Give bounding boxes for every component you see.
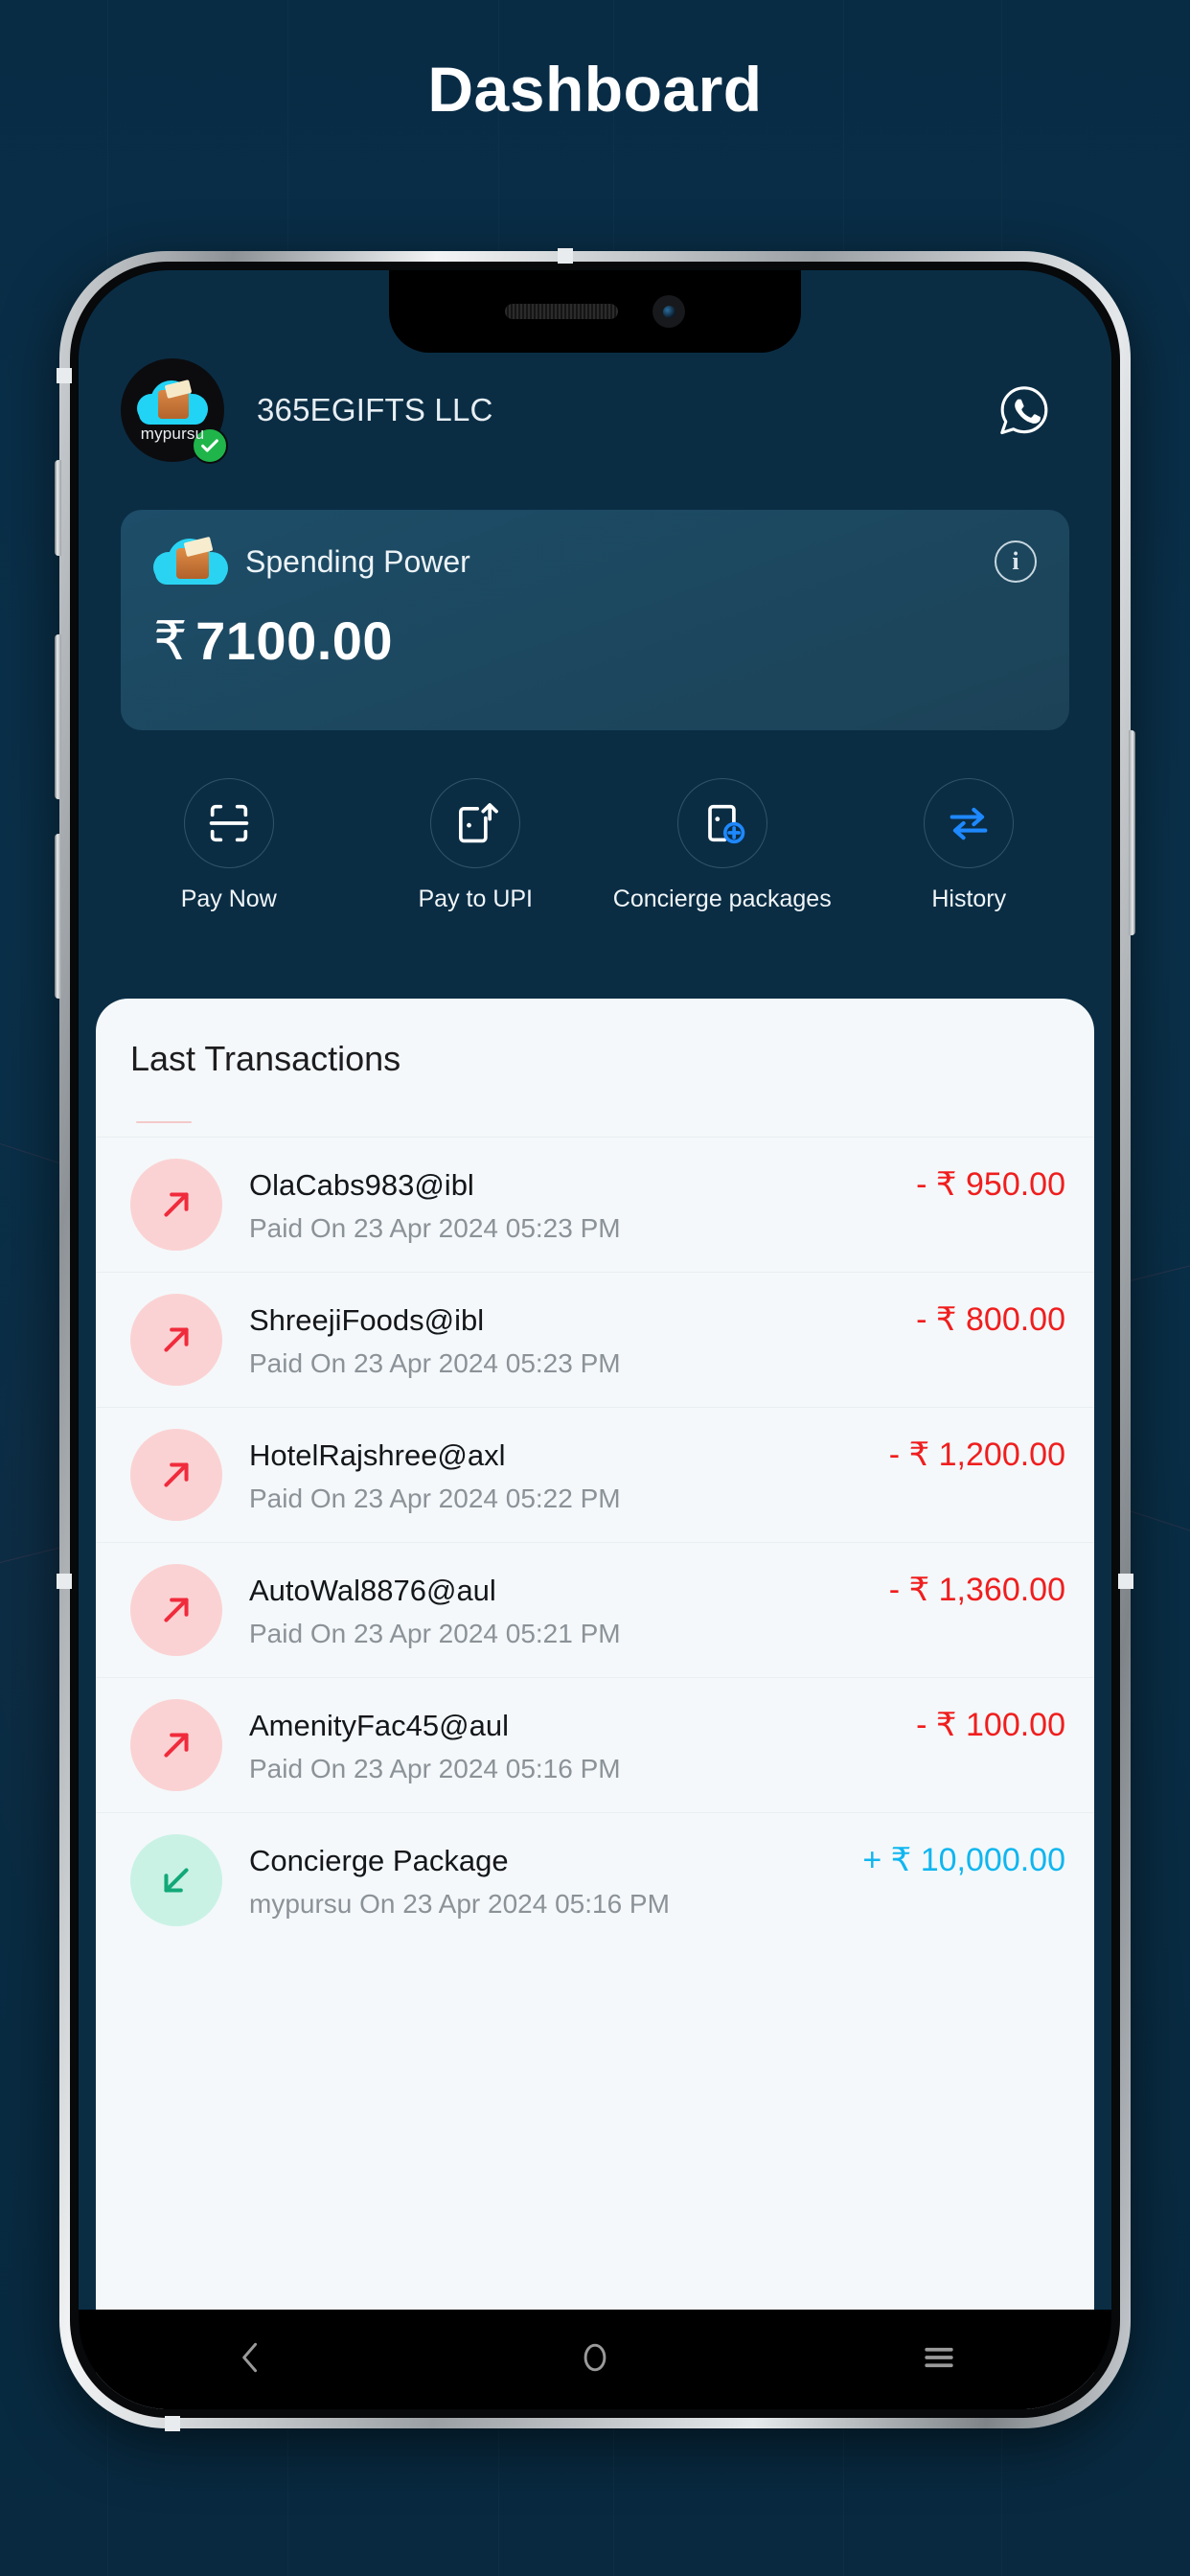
- earpiece-speaker-icon: [505, 304, 618, 319]
- spending-power-label: Spending Power: [245, 543, 470, 579]
- back-chevron-icon[interactable]: [230, 2336, 272, 2383]
- wallet-upload-icon: [430, 778, 521, 868]
- action-concierge-packages[interactable]: Concierge packages: [599, 778, 846, 913]
- transaction-name: ShreejiFoods@ibl: [249, 1303, 485, 1337]
- bezel-antenna-mark: [57, 368, 72, 383]
- bezel-antenna-mark: [558, 248, 573, 264]
- transaction-amount: - ₹ 950.00: [916, 1166, 1065, 1203]
- transaction-meta: Paid On 23 Apr 2024 05:22 PM: [249, 1484, 621, 1513]
- transaction-amount: - ₹ 1,200.00: [888, 1437, 1065, 1473]
- spending-power-header: Spending Power i: [153, 537, 1037, 586]
- table-row[interactable]: HotelRajshree@axl - ₹ 1,200.00 Paid On 2…: [96, 1407, 1094, 1542]
- cloud-wallet-icon: [153, 537, 228, 586]
- app-header: mypursu 365EGIFTS LLC: [79, 345, 1111, 474]
- bezel-antenna-mark: [1118, 1574, 1133, 1589]
- transaction-details: OlaCabs983@ibl - ₹ 950.00 Paid On 23 Apr…: [249, 1165, 1065, 1244]
- info-icon[interactable]: i: [995, 540, 1037, 583]
- transaction-meta: mypursu On 23 Apr 2024 05:16 PM: [249, 1889, 670, 1919]
- bezel-antenna-mark: [57, 1574, 72, 1589]
- phone-volume-up-button[interactable]: [55, 634, 61, 799]
- transaction-name: AutoWal8876@aul: [249, 1574, 496, 1607]
- phone-power-button[interactable]: [1129, 730, 1135, 935]
- spending-power-amount: ₹7100.00: [153, 610, 1037, 673]
- phone-mute-switch[interactable]: [55, 460, 61, 556]
- transaction-details: AutoWal8876@aul - ₹ 1,360.00 Paid On 23 …: [249, 1571, 1065, 1649]
- action-pay-now[interactable]: Pay Now: [105, 778, 353, 913]
- table-row[interactable]: AmenityFac45@aul - ₹ 100.00 Paid On 23 A…: [96, 1677, 1094, 1812]
- transaction-name: HotelRajshree@axl: [249, 1438, 506, 1472]
- quick-actions-row: Pay Now Pay to UPI Concierge packages Hi…: [105, 778, 1092, 913]
- table-row[interactable]: OlaCabs983@ibl - ₹ 950.00 Paid On 23 Apr…: [96, 1137, 1094, 1272]
- transaction-details: ShreejiFoods@ibl - ₹ 800.00 Paid On 23 A…: [249, 1300, 1065, 1379]
- phone-volume-down-button[interactable]: [55, 834, 61, 999]
- table-row[interactable]: ShreejiFoods@ibl - ₹ 800.00 Paid On 23 A…: [96, 1272, 1094, 1407]
- whatsapp-icon[interactable]: [987, 373, 1062, 448]
- logo-name: mypursu: [140, 424, 205, 443]
- transaction-meta: Paid On 23 Apr 2024 05:21 PM: [249, 1619, 621, 1648]
- phone-inner-frame: mypursu 365EGIFTS LLC Spending Power i ₹…: [70, 262, 1120, 2418]
- transaction-details: AmenityFac45@aul - ₹ 100.00 Paid On 23 A…: [249, 1706, 1065, 1784]
- scan-qr-icon: [183, 778, 274, 868]
- phone-mockup: mypursu 365EGIFTS LLC Spending Power i ₹…: [55, 248, 1135, 2431]
- scroll-hint-bar: [136, 1121, 192, 1123]
- cloud-wallet-icon: [137, 380, 208, 426]
- action-history[interactable]: History: [846, 778, 1093, 913]
- arrow-up-right-icon: [130, 1429, 222, 1521]
- transactions-list[interactable]: OlaCabs983@ibl - ₹ 950.00 Paid On 23 Apr…: [96, 1137, 1094, 1947]
- transaction-details: HotelRajshree@axl - ₹ 1,200.00 Paid On 2…: [249, 1436, 1065, 1514]
- action-pay-to-upi[interactable]: Pay to UPI: [353, 778, 600, 913]
- arrow-down-left-icon: [130, 1834, 222, 1926]
- transaction-amount: + ₹ 10,000.00: [862, 1842, 1065, 1878]
- phone-notch: [389, 270, 801, 353]
- last-transactions-panel: Last Transactions OlaCabs983@ibl - ₹ 950…: [96, 999, 1094, 2409]
- exchange-arrows-icon: [924, 778, 1015, 868]
- action-label: Pay to UPI: [418, 886, 534, 912]
- transaction-amount: - ₹ 800.00: [916, 1301, 1065, 1338]
- transactions-title: Last Transactions: [130, 1039, 401, 1078]
- arrow-up-right-icon: [130, 1564, 222, 1656]
- action-label: Concierge packages: [612, 886, 832, 912]
- transaction-meta: Paid On 23 Apr 2024 05:23 PM: [249, 1348, 621, 1378]
- action-label: Pay Now: [180, 886, 277, 912]
- recents-menu-icon[interactable]: [918, 2336, 960, 2383]
- action-label: History: [931, 886, 1007, 912]
- spending-power-card[interactable]: Spending Power i ₹7100.00: [121, 510, 1069, 730]
- page-title: Dashboard: [427, 54, 763, 125]
- app-logo[interactable]: mypursu: [121, 357, 228, 464]
- transaction-amount: - ₹ 100.00: [916, 1707, 1065, 1743]
- front-camera-icon: [652, 295, 685, 328]
- wallet-plus-icon: [676, 778, 767, 868]
- company-name: 365EGIFTS LLC: [257, 391, 493, 427]
- arrow-up-right-icon: [130, 1699, 222, 1791]
- arrow-up-right-icon: [130, 1294, 222, 1386]
- phone-screen: mypursu 365EGIFTS LLC Spending Power i ₹…: [79, 270, 1111, 2409]
- transaction-meta: Paid On 23 Apr 2024 05:16 PM: [249, 1754, 621, 1783]
- transaction-amount: - ₹ 1,360.00: [888, 1572, 1065, 1608]
- transaction-meta: Paid On 23 Apr 2024 05:23 PM: [249, 1213, 621, 1243]
- table-row[interactable]: Concierge Package + ₹ 10,000.00 mypursu …: [96, 1812, 1094, 1947]
- transaction-name: OlaCabs983@ibl: [249, 1168, 474, 1202]
- transaction-details: Concierge Package + ₹ 10,000.00 mypursu …: [249, 1841, 1065, 1920]
- amount-value: 7100.00: [195, 610, 394, 671]
- android-navigation-bar: [79, 2310, 1111, 2409]
- transaction-name: Concierge Package: [249, 1844, 509, 1877]
- currency-symbol: ₹: [153, 610, 189, 671]
- home-circle-icon[interactable]: [574, 2336, 616, 2383]
- table-row[interactable]: AutoWal8876@aul - ₹ 1,360.00 Paid On 23 …: [96, 1542, 1094, 1677]
- transaction-name: AmenityFac45@aul: [249, 1709, 509, 1742]
- arrow-up-right-icon: [130, 1159, 222, 1251]
- bezel-antenna-mark: [165, 2416, 180, 2431]
